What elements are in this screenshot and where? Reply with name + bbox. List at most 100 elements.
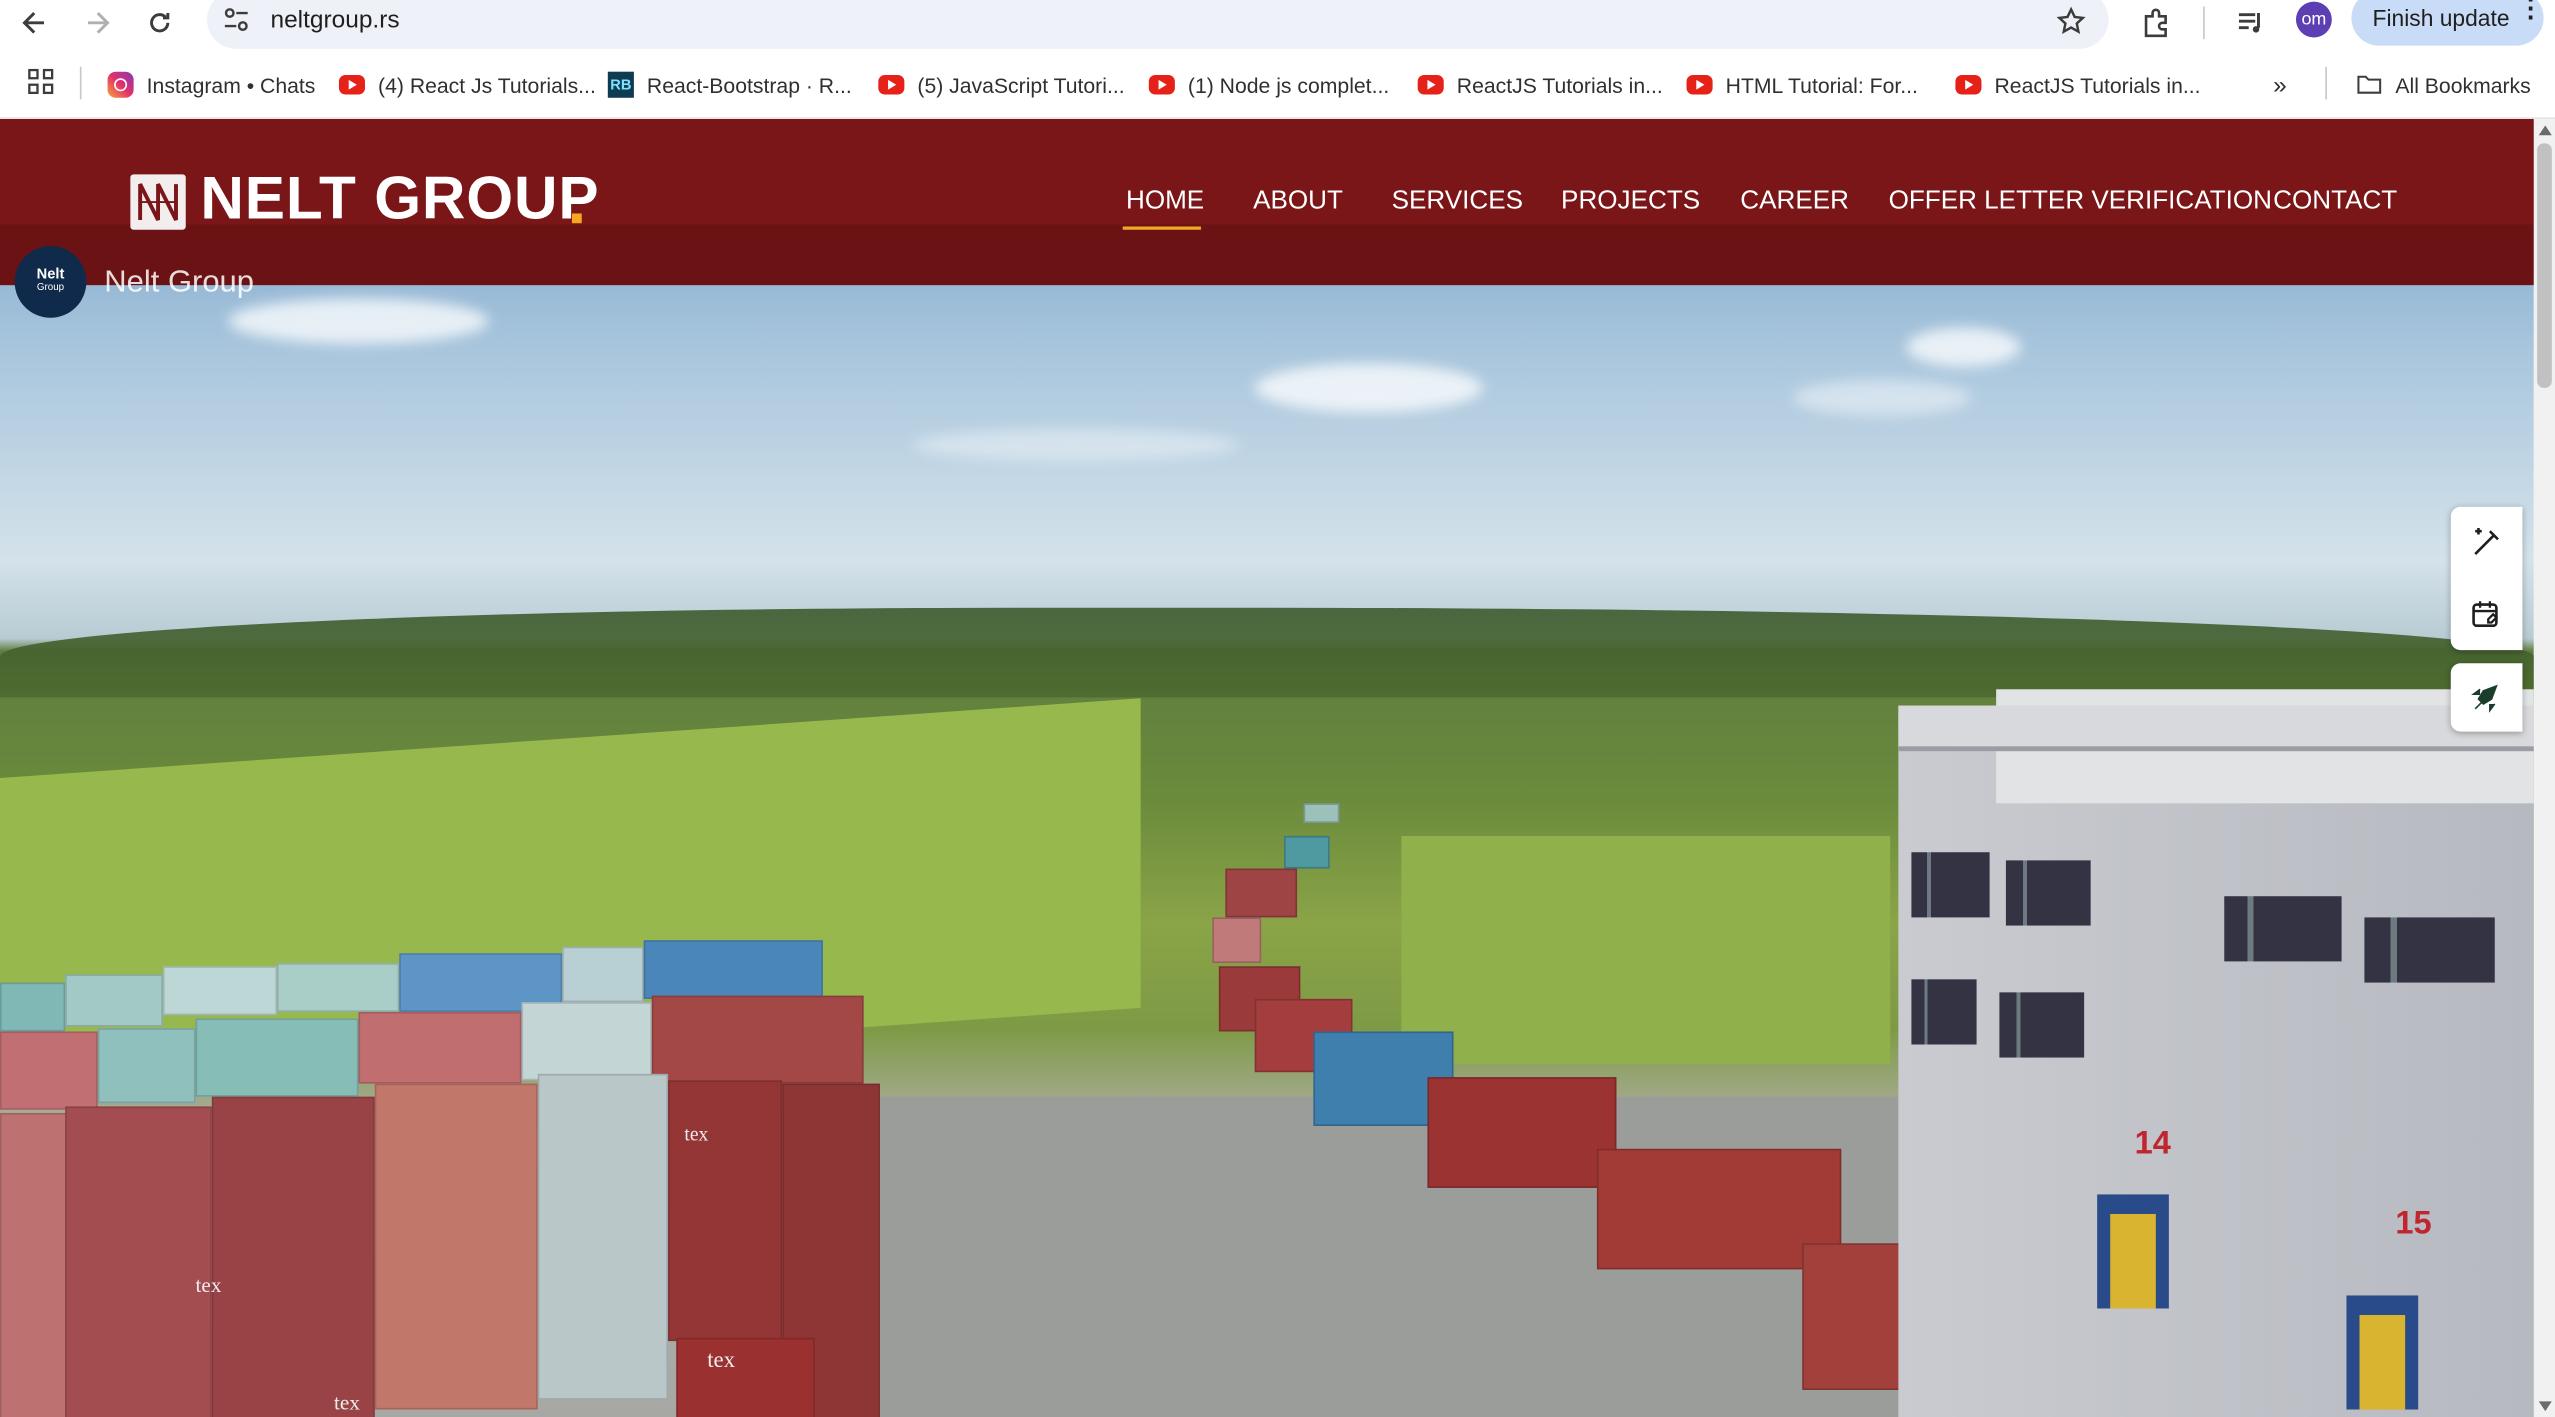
extensions-button[interactable] [2135,3,2177,42]
more-vert-icon: ⋮ [2517,0,2544,23]
bookmark-item[interactable]: Instagram • Chats [107,68,316,101]
page-scrollbar[interactable] [2533,118,2555,1417]
container [521,1002,652,1081]
toolbar-divider [2203,6,2205,40]
nav-projects[interactable]: PROJECTS [1561,187,1700,216]
site-settings-icon[interactable] [223,7,249,33]
react-bootstrap-icon: RB [607,71,634,98]
puzzle-icon [2144,8,2167,38]
url-text[interactable]: neltgroup.rs [270,7,399,35]
floating-feature-button[interactable] [2450,663,2523,732]
container [651,995,864,1084]
train-car [1303,803,1340,823]
youtube-icon [1417,74,1444,95]
finish-update-button[interactable]: Finish update ⋮ [2351,0,2544,46]
dock-number: 14 [2134,1125,2171,1162]
site-logo-text[interactable]: NELT GROUP [200,165,599,233]
page-viewport: 14 15 tex tex tex tex NELT GROUP HOME AB… [0,118,2534,1417]
window [1911,979,1977,1045]
bookmark-label: React-Bootstrap · R... [646,72,852,97]
reload-button[interactable] [139,3,181,42]
all-bookmarks-button[interactable]: All Bookmarks [2356,68,2531,101]
back-button[interactable] [13,3,55,42]
container-label: tex [707,1349,736,1374]
youtube-icon [1148,74,1175,95]
youtube-icon [1955,74,1982,95]
media-controls-button[interactable] [2229,3,2271,42]
forward-button[interactable] [77,3,119,42]
instagram-icon [107,71,134,98]
floating-tools-panel [2450,506,2523,651]
calendar-edit-icon[interactable] [2470,598,2503,631]
profile-avatar[interactable]: om [2295,1,2332,38]
video-title[interactable]: Nelt Group [104,266,254,302]
window [1999,992,2085,1058]
nav-contact[interactable]: CONTACT [2273,187,2397,216]
hero-video[interactable]: 14 15 tex tex tex tex [0,118,2534,1417]
container [277,963,400,1012]
bookmark-item[interactable]: (5) JavaScript Tutori... [878,68,1125,101]
finish-update-label: Finish update [2372,4,2510,31]
reload-icon [150,13,170,33]
channel-logo-line2: Group [36,283,65,294]
address-bar[interactable]: neltgroup.rs [206,0,2109,49]
chevron-double-right-icon: » [2273,70,2287,99]
train-car [1284,835,1330,869]
bookmark-star-icon[interactable] [2056,6,2086,36]
site-navbar: NELT GROUP HOME ABOUT SERVICES PROJECTS … [0,118,2534,286]
apps-button[interactable] [20,62,62,101]
arrow-right-icon [87,11,110,34]
container [211,1096,375,1417]
train-car [1212,917,1262,964]
scroll-down-icon[interactable] [2538,1401,2552,1412]
container [643,940,823,999]
bookmark-item[interactable]: RB React-Bootstrap · R... [607,68,852,101]
container [162,966,278,1016]
folder-icon [2357,75,2382,94]
cloud [228,298,489,344]
nav-career[interactable]: CAREER [1740,187,1849,216]
bookmark-label: (1) Node js complet... [1187,72,1390,97]
window [1911,852,1990,918]
bookmarks-divider [79,66,82,100]
logo-accent-dot [571,213,582,224]
bookmark-item[interactable]: ReactJS Tutorials in... [1417,68,1663,101]
train-car [1225,868,1298,918]
bookmark-item[interactable]: (1) Node js complet... [1148,68,1390,101]
window [2224,896,2342,962]
container [374,1083,538,1410]
bookmark-label: ReactJS Tutorials in... [1994,72,2201,97]
cloud [912,428,1239,462]
container [562,946,644,1003]
container [668,1080,783,1342]
scroll-up-icon[interactable] [2538,125,2552,136]
nav-services[interactable]: SERVICES [1392,187,1523,216]
edit-sparkle-icon[interactable] [2470,526,2503,559]
video-channel-avatar[interactable]: Nelt Group [14,246,87,318]
nav-about[interactable]: ABOUT [1253,187,1343,216]
more-bookmarks-button[interactable]: » [2273,68,2287,101]
nav-offer-letter-verification[interactable]: OFFER LETTER VERIFICATION [1889,187,2272,216]
nav-active-underline [1122,226,1201,230]
bookmark-item[interactable]: ReactJS Tutorials in... [1955,68,2201,101]
container [65,974,163,1027]
container [195,1018,359,1097]
arrow-left-icon [22,11,44,34]
bookmark-item[interactable]: (4) React Js Tutorials... [338,68,596,101]
container-label: tex [334,1389,360,1415]
bookmark-item[interactable]: HTML Tutorial: For... [1686,68,1918,101]
window [2005,860,2091,926]
nelt-logo-icon[interactable] [130,174,186,230]
bookmark-label: (5) JavaScript Tutori... [917,72,1125,97]
container [65,1106,212,1417]
bookmark-label: (4) React Js Tutorials... [378,72,596,97]
browser-toolbar: neltgroup.rs om Finish update ⋮ [0,0,2555,49]
bookmarks-divider [2325,66,2327,100]
scroll-thumb[interactable] [2537,143,2552,388]
queue-music-icon [2238,13,2260,33]
nav-home[interactable]: HOME [1126,187,1204,216]
treeline [0,607,2534,698]
all-bookmarks-label: All Bookmarks [2395,72,2531,97]
bookmark-label: HTML Tutorial: For... [1725,72,1918,97]
dock-door [2346,1295,2419,1410]
